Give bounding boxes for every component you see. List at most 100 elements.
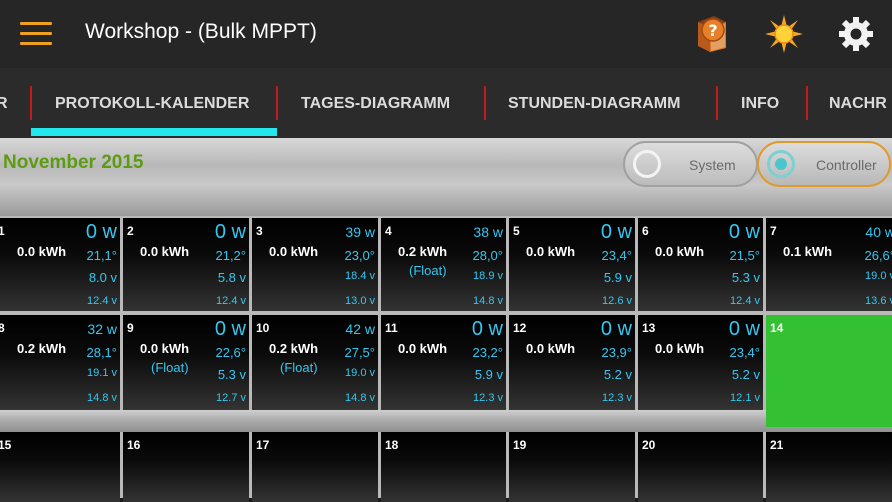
charge-status: (Float) [151,360,189,375]
day-number: 17 [256,438,270,452]
power-value: 39 w [345,224,375,240]
controller-radio[interactable] [767,150,795,178]
week-separator [0,410,892,432]
calendar-day[interactable]: 1 0 w 0.0 kWh 21,1° 8.0 v 12.4 v [0,218,120,311]
battery-voltage: 14.8 v [87,392,117,404]
battery-voltage: 12.7 v [216,392,246,404]
system-radio[interactable] [633,150,661,178]
hamburger-menu-icon[interactable] [20,22,52,46]
day-number: 5 [513,224,520,238]
tab-partial-left[interactable]: R [0,68,8,138]
temperature-value: 27,5° [344,345,375,360]
day-number: 4 [385,224,392,238]
battery-voltage: 12.4 v [87,295,117,307]
panel-voltage: 18.9 v [473,270,503,282]
day-number: 16 [127,438,141,452]
gear-icon[interactable] [836,14,876,54]
day-number: 11 [385,321,398,335]
panel-voltage: 5.8 v [217,270,246,285]
battery-voltage: 12.3 v [473,392,503,404]
calendar-day[interactable]: 21 [766,432,892,502]
panel-voltage: 5.9 v [603,270,632,285]
calendar-day[interactable]: 18 [381,432,506,502]
app-bar: Workshop - (Bulk MPPT) ? [0,0,892,68]
tab-info[interactable]: INFO [741,68,779,138]
power-value: 40 w [865,224,892,240]
panel-voltage: 19.0 v [345,367,375,379]
day-number: 9 [127,321,134,335]
day-number: 15 [0,438,12,452]
day-number: 20 [642,438,656,452]
calendar-day[interactable]: 5 0 w 0.0 kWh 23,4° 5.9 v 12.6 v [509,218,635,311]
panel-voltage: 8.0 v [88,270,117,285]
temperature-value: 28,0° [472,248,503,263]
svg-text:?: ? [708,21,717,40]
tab-separator [806,86,808,120]
calendar-day[interactable]: 17 [252,432,378,502]
energy-value: 0.2 kWh [398,244,448,259]
calendar-day-today[interactable]: 14 [766,315,892,427]
energy-value: 0.0 kWh [526,244,576,259]
power-value: 0 w [600,318,632,340]
calendar-day[interactable]: 8 32 w 0.2 kWh 28,1° 19.1 v 14.8 v [0,315,120,410]
day-number: 7 [770,224,777,238]
calendar-day[interactable]: 13 0 w 0.0 kWh 23,4° 5.2 v 12.1 v [638,315,763,410]
battery-voltage: 13.6 v [865,295,892,307]
panel-voltage: 5.9 v [474,367,503,382]
energy-value: 0.2 kWh [17,341,67,356]
calendar-day[interactable]: 7 40 w 0.1 kWh 26,6° 19.0 v 13.6 v [766,218,892,311]
day-number: 13 [642,321,656,335]
battery-voltage: 13.0 v [345,295,375,307]
energy-value: 0.0 kWh [526,341,576,356]
panel-voltage: 19.0 v [865,270,892,282]
battery-voltage: 12.6 v [602,295,632,307]
calendar-day[interactable]: 16 [123,432,249,502]
temperature-value: 21,1° [86,248,117,263]
energy-value: 0.0 kWh [655,341,705,356]
battery-voltage: 12.4 v [216,295,246,307]
tab-stunden-diagramm[interactable]: STUNDEN-DIAGRAMM [508,68,680,138]
sun-icon[interactable] [764,14,804,54]
day-number: 14 [770,321,784,335]
calendar-day[interactable]: 6 0 w 0.0 kWh 21,5° 5.3 v 12.4 v [638,218,763,311]
calendar-day[interactable]: 19 [509,432,635,502]
temperature-value: 23,2° [472,345,503,360]
calendar-day[interactable]: 12 0 w 0.0 kWh 23,9° 5.2 v 12.3 v [509,315,635,410]
energy-value: 0.0 kWh [140,341,190,356]
day-number: 12 [513,321,527,335]
day-number: 3 [256,224,263,238]
system-toggle[interactable]: System [623,141,758,187]
temperature-value: 22,6° [215,345,246,360]
calendar-day[interactable]: 20 [638,432,763,502]
day-number: 10 [256,321,270,335]
controller-toggle[interactable]: Controller [757,141,891,187]
calendar-day[interactable]: 3 39 w 0.0 kWh 23,0° 18.4 v 13.0 v [252,218,378,311]
tab-tages-diagramm[interactable]: TAGES-DIAGRAMM [301,68,450,138]
month-title: November 2015 [3,152,144,173]
calendar-day[interactable]: 10 42 w 0.2 kWh (Float) 27,5° 19.0 v 14.8 v [252,315,378,410]
power-value: 0 w [214,318,246,340]
day-number: 6 [642,224,649,238]
energy-value: 0.2 kWh [269,341,319,356]
calendar-day[interactable]: 15 [0,432,120,502]
charge-status: (Float) [409,263,447,278]
calendar-day[interactable]: 2 0 w 0.0 kWh 21,2° 5.8 v 12.4 v [123,218,249,311]
tab-separator [30,86,32,120]
month-header [0,138,892,216]
tab-nachrichten[interactable]: NACHR [829,68,887,138]
tab-bar: R PROTOKOLL-KALENDER TAGES-DIAGRAMM STUN… [0,68,892,138]
calendar-day[interactable]: 9 0 w 0.0 kWh (Float) 22,6° 5.3 v 12.7 v [123,315,249,410]
calendar-day[interactable]: 11 0 w 0.0 kWh 23,2° 5.9 v 12.3 v [381,315,506,410]
calendar-day[interactable]: 4 38 w 0.2 kWh (Float) 28,0° 18.9 v 14.8 v [381,218,506,311]
active-tab-indicator [31,128,277,136]
day-number: 19 [513,438,527,452]
help-book-icon[interactable]: ? [692,12,732,54]
tab-separator [484,86,486,120]
temperature-value: 26,6° [864,248,892,263]
app-title: Workshop - (Bulk MPPT) [85,20,317,43]
controller-label: Controller [816,157,877,173]
energy-value: 0.0 kWh [269,244,319,259]
temperature-value: 23,4° [729,345,760,360]
tab-separator [716,86,718,120]
temperature-value: 21,2° [215,248,246,263]
